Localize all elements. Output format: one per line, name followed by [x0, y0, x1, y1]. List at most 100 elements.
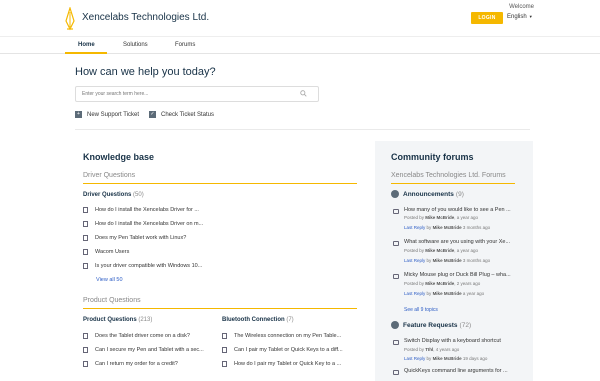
nav-item-forums[interactable]: Forums: [175, 42, 195, 48]
forum-category-link[interactable]: Xencelabs Technologies Ltd. Forums: [391, 172, 506, 179]
document-icon: [83, 249, 88, 255]
section-product-questions[interactable]: Product Questions: [83, 297, 141, 304]
active-tab-indicator: [65, 52, 107, 54]
category-count: (50): [133, 192, 144, 198]
article-title: Does my Pen Tablet work with Linux?: [95, 235, 187, 241]
reply-author: Mike McBride: [432, 356, 462, 361]
section-driver-questions[interactable]: Driver Questions: [83, 172, 135, 179]
document-icon: [83, 361, 88, 367]
knowledge-base-title: Knowledge base: [83, 152, 155, 162]
nav-item-solutions[interactable]: Solutions: [123, 42, 148, 48]
article-link[interactable]: Can I return my order for a credit?: [83, 361, 178, 367]
article-link[interactable]: How do I pair my Tablet or Quick Key to …: [222, 361, 341, 367]
posted-prefix: Posted by: [404, 347, 425, 352]
language-selector[interactable]: English ▼: [507, 14, 533, 20]
forum-feature-requests[interactable]: Feature Requests (72): [391, 321, 471, 329]
new-ticket-label: New Support Ticket: [87, 111, 140, 118]
reply-by: by: [426, 225, 432, 230]
category-count: (7): [286, 317, 294, 323]
article-link[interactable]: Wacom Users: [83, 249, 129, 255]
document-icon: [83, 333, 88, 339]
topic-link[interactable]: What software are you using with your Xe…: [404, 239, 510, 245]
topic-link[interactable]: Switch Display with a keyboard shortcut: [404, 338, 501, 344]
posted-prefix: Posted by: [404, 215, 425, 220]
last-reply-meta: Last Reply by Mike McBride 3 months ago: [404, 225, 490, 230]
search-input[interactable]: [75, 86, 319, 102]
article-title: The Wireless connection on my Pen Table.…: [234, 333, 342, 339]
welcome-text: Welcome: [509, 4, 534, 10]
reply-by: by: [426, 258, 432, 263]
last-reply-link[interactable]: Last Reply: [404, 225, 425, 230]
document-icon: [83, 347, 88, 353]
topic-icon: [393, 209, 399, 214]
document-icon: [83, 221, 88, 227]
divider: [75, 129, 530, 130]
article-link[interactable]: How do I install the Xencelabs Driver fo…: [83, 207, 199, 213]
reply-author: Mike McBride: [432, 225, 462, 230]
article-link[interactable]: Is your driver compatible with Windows 1…: [83, 263, 202, 269]
forum-title: Feature Requests: [403, 321, 458, 329]
last-reply-link[interactable]: Last Reply: [404, 356, 425, 361]
section-underline: [83, 183, 357, 184]
posted-prefix: Posted by: [404, 248, 425, 253]
category-title: Bluetooth Connection: [222, 317, 285, 323]
login-button[interactable]: LOGIN: [471, 12, 503, 24]
topic-link[interactable]: QuickKeys command line arguments for ...: [404, 368, 508, 374]
main-nav: Home Solutions Forums: [0, 36, 600, 54]
ticket-status-icon: ✓: [149, 111, 156, 118]
article-link[interactable]: How do I install the Xencelabs Driver on…: [83, 221, 203, 227]
article-link[interactable]: The Wireless connection on my Pen Table.…: [222, 333, 341, 339]
document-icon: [222, 361, 227, 367]
last-reply-link[interactable]: Last Reply: [404, 291, 425, 296]
language-label: English: [507, 14, 527, 20]
article-link[interactable]: Does my Pen Tablet work with Linux?: [83, 235, 186, 241]
document-icon: [83, 263, 88, 269]
community-forums-title: Community forums: [391, 152, 474, 162]
article-link[interactable]: Can I secure my Pen and Tablet with a se…: [83, 347, 204, 353]
article-title: Can I return my order for a credit?: [95, 361, 178, 367]
article-title: Does the Tablet driver come on a disk?: [95, 333, 190, 339]
forum-title: Announcements: [403, 190, 454, 198]
topic-icon: [393, 274, 399, 279]
article-link[interactable]: Does the Tablet driver come on a disk?: [83, 333, 190, 339]
new-ticket-link[interactable]: + New Support Ticket: [75, 111, 139, 118]
category-driver-questions[interactable]: Driver Questions (50): [83, 192, 144, 198]
see-all-topics-link[interactable]: See all 9 topics: [404, 307, 438, 313]
lightbulb-icon: [391, 321, 399, 329]
reply-author: Mike McBride: [432, 258, 462, 263]
chevron-down-icon: ▼: [528, 14, 533, 19]
topic-icon: [393, 340, 399, 345]
check-status-label: Check Ticket Status: [161, 111, 215, 118]
brand-name[interactable]: Xencelabs Technologies Ltd.: [82, 12, 209, 23]
category-bluetooth-connection[interactable]: Bluetooth Connection (7): [222, 317, 294, 323]
forum-count: (72): [459, 321, 472, 329]
xencelabs-logo-icon[interactable]: [64, 7, 76, 31]
section-underline: [391, 183, 515, 184]
reply-time: 3 months ago: [462, 225, 491, 230]
category-title: Product Questions: [83, 317, 137, 323]
search-icon[interactable]: [300, 90, 307, 97]
topic-link[interactable]: Micky Mouse plug or Duck Bill Plug – wha…: [404, 272, 511, 278]
article-title: How do I pair my Tablet or Quick Key to …: [234, 361, 342, 367]
article-link[interactable]: Can I pair my Tablet or Quick Keys to a …: [222, 347, 343, 353]
category-title: Driver Questions: [83, 192, 132, 198]
author: Mike McBride: [425, 281, 455, 286]
category-count: (213): [138, 317, 153, 323]
article-title: Can I pair my Tablet or Quick Keys to a …: [234, 347, 343, 353]
last-reply-link[interactable]: Last Reply: [404, 258, 425, 263]
category-product-questions[interactable]: Product Questions (213): [83, 317, 152, 323]
article-title: Is your driver compatible with Windows 1…: [95, 263, 203, 269]
nav-item-home[interactable]: Home: [78, 42, 95, 48]
check-status-link[interactable]: ✓ Check Ticket Status: [149, 111, 214, 118]
document-icon: [222, 333, 227, 339]
reply-by: by: [426, 291, 432, 296]
topic-meta: Posted by Mike McBride, a year ago: [404, 248, 478, 253]
document-icon: [83, 207, 88, 213]
forum-announcements[interactable]: Announcements (9): [391, 190, 464, 198]
posted-time: , a year ago: [454, 215, 479, 220]
topic-link[interactable]: How many of you would like to see a Pen …: [404, 207, 511, 213]
view-all-link[interactable]: View all 50: [96, 277, 123, 283]
reply-by: by: [426, 356, 432, 361]
reply-time: 3 months ago: [462, 258, 491, 263]
topic-icon: [393, 370, 399, 375]
